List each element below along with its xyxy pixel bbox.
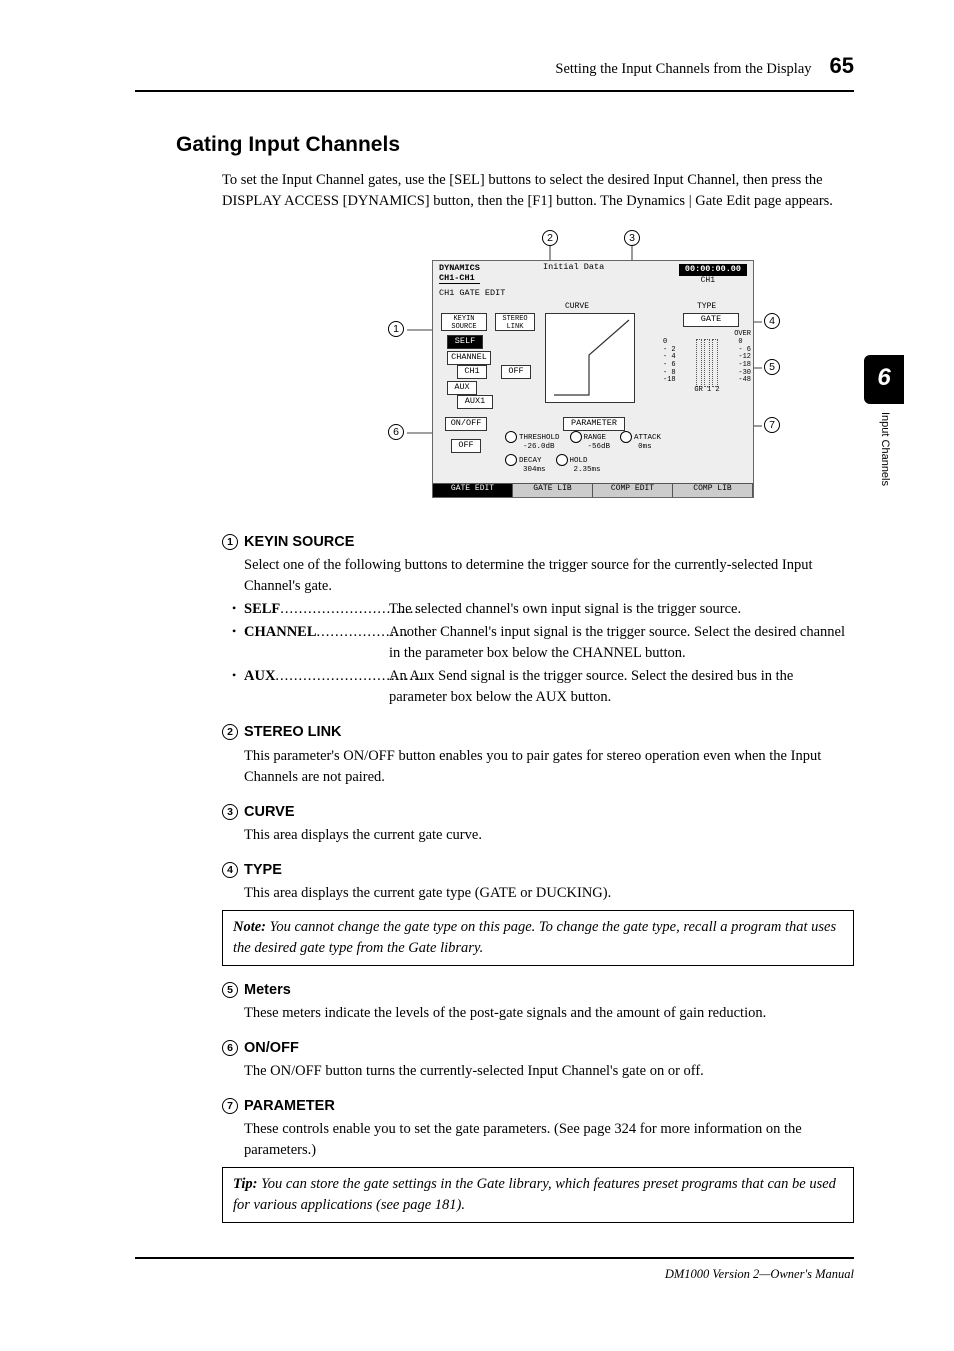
self-button[interactable]: SELF	[447, 335, 483, 348]
attack-knob[interactable]: ATTACK 0ms	[620, 431, 661, 451]
circled-4-icon: 4	[222, 862, 238, 878]
aux-value-box[interactable]: AUX1	[457, 395, 493, 408]
figure-callout-6: 6	[388, 424, 406, 440]
meters-area: OVER 0 - 2 - 4 - 6 - 8 -18	[663, 331, 751, 403]
section-2-body: This parameter's ON/OFF button enables y…	[222, 746, 854, 788]
figure-callout-7: 7	[764, 417, 782, 433]
parameter-knob-row: THRESHOLD -26.0dB RANGE -56dB ATTACK 0ms…	[505, 431, 747, 474]
circled-6-icon: 6	[222, 1040, 238, 1056]
circled-5-icon: 5	[222, 982, 238, 998]
type-value-box: GATE	[683, 313, 739, 326]
section-7-body: These controls enable you to set the gat…	[222, 1119, 854, 1161]
screen-title: DYNAMICS CH1-CH1	[439, 264, 480, 284]
onoff-section-label: ON/OFF	[445, 417, 487, 430]
note-callout: Note: You cannot change the gate type on…	[222, 910, 854, 966]
section-2-title: STEREO LINK	[244, 724, 341, 740]
page-content: Gating Input Channels To set the Input C…	[0, 92, 954, 1223]
gate-edit-figure: 1 2 3 4 5 6 7 DYNAMICS CH1-CH1 Initial D…	[332, 230, 852, 508]
section-1-body: Select one of the following buttons to d…	[222, 555, 854, 597]
curve-label: CURVE	[565, 303, 589, 312]
gate-curve-icon	[549, 315, 635, 401]
curve-display	[545, 313, 635, 403]
section-3-title: CURVE	[244, 804, 295, 820]
footer-text: DM1000 Version 2—Owner's Manual	[0, 1259, 954, 1283]
decay-knob[interactable]: DECAY 304ms	[505, 454, 546, 474]
onoff-button[interactable]: OFF	[451, 439, 481, 452]
section-6-heading: 6 ON/OFF	[222, 1038, 854, 1059]
screen-init-data: Initial Data	[543, 263, 604, 272]
stereo-link-button[interactable]: STEREO LINK	[495, 313, 535, 331]
section-2-heading: 2 STEREO LINK	[222, 722, 854, 743]
section-5-title: Meters	[244, 982, 291, 998]
section-4-heading: 4 TYPE	[222, 860, 854, 881]
page-title: Gating Input Channels	[176, 130, 854, 160]
tab-gate-edit[interactable]: GATE EDIT	[433, 484, 513, 497]
section-7-title: PARAMETER	[244, 1098, 335, 1114]
section-1-title: KEYIN SOURCE	[244, 534, 354, 550]
tab-comp-lib[interactable]: COMP LIB	[673, 484, 753, 497]
channel-button[interactable]: CHANNEL	[447, 351, 491, 364]
circled-2-icon: 2	[222, 724, 238, 740]
aux-button[interactable]: AUX	[447, 381, 477, 394]
keyin-source-list: SELF.............................. The s…	[222, 599, 854, 708]
figure-callout-4: 4	[764, 313, 782, 329]
section-4-body: This area displays the current gate type…	[222, 883, 854, 904]
type-label: TYPE	[697, 303, 716, 312]
hold-knob[interactable]: HOLD 2.35ms	[556, 454, 601, 474]
screen-timecode: 00:00:00.00	[679, 264, 747, 275]
threshold-knob[interactable]: THRESHOLD -26.0dB	[505, 431, 560, 451]
section-1-heading: 1 KEYIN SOURCE	[222, 532, 854, 553]
parameter-section-label: PARAMETER	[563, 417, 625, 430]
screen-tabs: GATE EDIT GATE LIB COMP EDIT COMP LIB	[433, 483, 753, 497]
meter-gr-label: GR 1 2	[663, 387, 751, 395]
section-5-heading: 5 Meters	[222, 980, 854, 1001]
section-7-heading: 7 PARAMETER	[222, 1096, 854, 1117]
screen-ch-label: CH1	[701, 277, 715, 286]
intro-paragraph: To set the Input Channel gates, use the …	[222, 170, 854, 212]
figure-callout-3: 3	[624, 230, 642, 246]
page-number: 65	[830, 50, 854, 82]
meter-scale-left: 0 - 2 - 4 - 6 - 8 -18	[663, 339, 676, 387]
note-lead: Note:	[233, 919, 266, 935]
list-item: CHANNEL.................... Another Chan…	[244, 622, 854, 664]
tab-comp-edit[interactable]: COMP EDIT	[593, 484, 673, 497]
range-knob[interactable]: RANGE -56dB	[570, 431, 611, 451]
tip-body: You can store the gate settings in the G…	[233, 1176, 836, 1213]
tab-gate-lib[interactable]: GATE LIB	[513, 484, 593, 497]
section-3-body: This area displays the current gate curv…	[222, 825, 854, 846]
running-header: Setting the Input Channels from the Disp…	[0, 0, 954, 90]
stereo-link-off[interactable]: OFF	[501, 365, 531, 378]
section-6-body: The ON/OFF button turns the currently-se…	[222, 1061, 854, 1082]
section-5-body: These meters indicate the levels of the …	[222, 1003, 854, 1024]
gate-edit-screen: DYNAMICS CH1-CH1 Initial Data 00:00:00.0…	[432, 260, 754, 498]
meter-scale-right: 0 - 6 -12 -18 -30 -48	[738, 339, 751, 387]
figure-callout-2: 2	[542, 230, 560, 246]
tip-callout: Tip: You can store the gate settings in …	[222, 1167, 854, 1223]
figure-callout-1: 1	[388, 321, 406, 337]
meter-bars	[696, 339, 718, 387]
circled-7-icon: 7	[222, 1098, 238, 1114]
list-item: SELF.............................. The s…	[244, 599, 854, 620]
section-6-title: ON/OFF	[244, 1040, 299, 1056]
channel-value-box[interactable]: CH1	[457, 365, 487, 378]
list-item: AUX................................ An A…	[244, 666, 854, 708]
section-3-heading: 3 CURVE	[222, 802, 854, 823]
circled-3-icon: 3	[222, 804, 238, 820]
header-section-title: Setting the Input Channels from the Disp…	[555, 59, 811, 80]
figure-callout-5: 5	[764, 359, 782, 375]
keyin-source-button[interactable]: KEYIN SOURCE	[441, 313, 487, 331]
circled-1-icon: 1	[222, 534, 238, 550]
screen-subtitle: CH1 GATE EDIT	[439, 289, 505, 298]
section-4-title: TYPE	[244, 862, 282, 878]
tip-lead: Tip:	[233, 1176, 257, 1192]
